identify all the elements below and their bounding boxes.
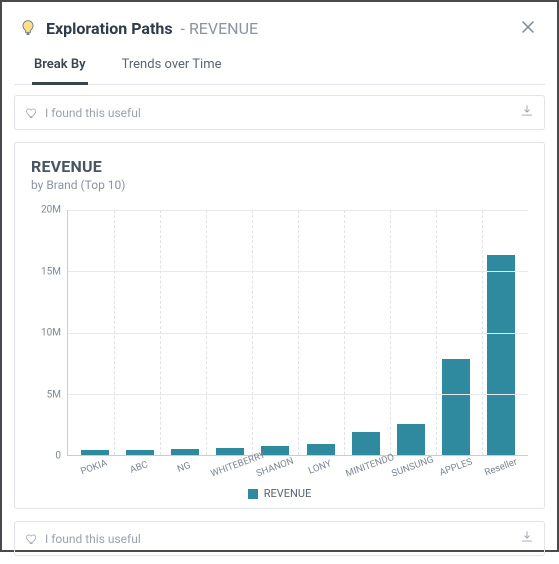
x-tick-label: Reseller [481, 455, 522, 479]
y-axis: 05M10M15M20M [31, 210, 67, 456]
x-tick-label: APPLES [435, 455, 476, 479]
tab-trends-over-time[interactable]: Trends over Time [120, 51, 224, 84]
y-tick-label: 10M [41, 328, 61, 339]
bar[interactable] [261, 446, 289, 455]
x-tick-label: NG [164, 455, 205, 479]
bar[interactable] [352, 432, 380, 455]
v-gridline [252, 210, 253, 455]
v-gridline [436, 210, 437, 455]
bar[interactable] [487, 255, 515, 455]
bar[interactable] [171, 449, 199, 455]
x-axis-labels: POKIAABCNGWHITEBERRYSHANONLONYMINITENDOS… [67, 456, 528, 473]
feedback-bar-bottom: I found this useful [14, 521, 545, 556]
chart-card: REVENUE by Brand (Top 10) 0 5M 10M 15M 20M P… [14, 142, 545, 509]
v-gridline [298, 210, 299, 455]
x-tick-label: MINITENDO [345, 455, 386, 479]
chart-title: REVENUE [31, 157, 528, 176]
lightbulb-icon [18, 19, 38, 39]
download-icon [520, 530, 534, 544]
feedback-bar-top: I found this useful [14, 95, 545, 130]
v-gridline [344, 210, 345, 455]
chart-plot [67, 210, 528, 456]
close-icon [521, 20, 535, 34]
tab-break-by[interactable]: Break By [32, 51, 88, 85]
modal-title: Exploration Paths - REVENUE [46, 19, 258, 38]
download-button[interactable] [520, 104, 534, 121]
chart-area: 05M10M15M20M [31, 210, 528, 456]
heart-icon [25, 532, 39, 546]
bar[interactable] [442, 359, 470, 455]
x-tick-label: LONY [299, 455, 340, 479]
bar[interactable] [397, 424, 425, 455]
heart-icon [25, 106, 39, 120]
legend-swatch [248, 489, 258, 499]
x-tick-label: POKIA [73, 455, 114, 479]
feedback-text[interactable]: I found this useful [45, 532, 141, 546]
v-gridline [390, 210, 391, 455]
bar[interactable] [126, 450, 154, 456]
y-tick-label: 15M [41, 266, 61, 277]
v-gridline [114, 210, 115, 455]
bar[interactable] [216, 448, 244, 455]
download-button[interactable] [520, 530, 534, 547]
modal-header: Exploration Paths - REVENUE [14, 10, 545, 45]
y-tick-label: 5M [47, 389, 61, 400]
v-gridline [160, 210, 161, 455]
tabs: Break By Trends over Time [14, 45, 545, 85]
chart-legend: REVENUE [31, 487, 528, 500]
bar[interactable] [307, 444, 335, 455]
x-tick-label: ABC [118, 455, 159, 479]
download-icon [520, 104, 534, 118]
bar[interactable] [81, 450, 109, 455]
x-tick-label: SUNSUNG [390, 455, 431, 479]
legend-label: REVENUE [264, 487, 312, 500]
modal-title-bold: Exploration Paths [46, 19, 173, 38]
y-tick-label: 20M [41, 205, 61, 216]
v-gridline [206, 210, 207, 455]
feedback-text[interactable]: I found this useful [45, 106, 141, 120]
x-tick-label: WHITEBERRY [209, 455, 250, 479]
modal-title-suffix: - REVENUE [177, 19, 258, 38]
chart-subtitle: by Brand (Top 10) [31, 178, 528, 192]
close-button[interactable] [515, 16, 541, 41]
v-gridline [482, 210, 483, 455]
y-tick-label: 0 [55, 451, 61, 462]
